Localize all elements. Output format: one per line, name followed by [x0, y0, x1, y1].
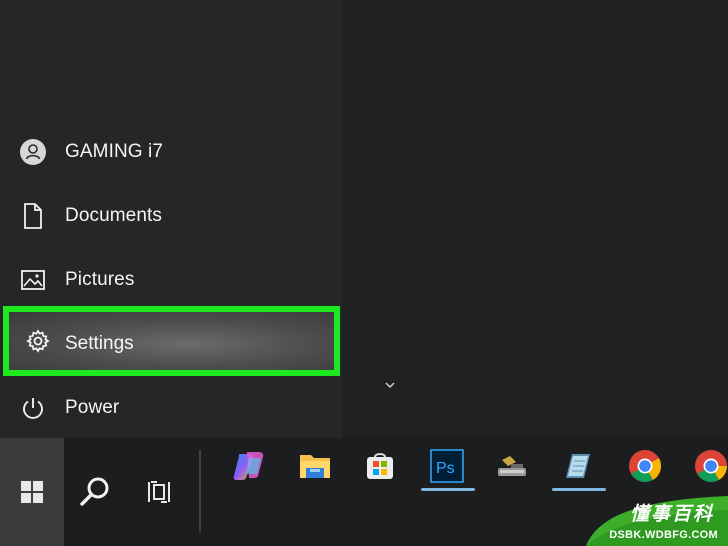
- chrome-2-app-button[interactable]: [693, 448, 728, 484]
- file-explorer-icon: [300, 455, 330, 478]
- taskbar-separator: [199, 450, 201, 532]
- store-icon: [367, 453, 393, 479]
- watermark: 懂事百科 DSBK.WDBFG.COM: [578, 496, 728, 546]
- user-icon: [20, 139, 46, 165]
- start-menu-right-pane: [342, 0, 728, 438]
- task-view-icon: [148, 481, 170, 503]
- file-explorer-app-button[interactable]: [297, 448, 333, 484]
- chrome-icon: [695, 450, 728, 483]
- chrome-app-button[interactable]: [627, 448, 663, 484]
- svg-text:Ps: Ps: [436, 460, 455, 477]
- user-account-label: GAMING i7: [65, 141, 164, 162]
- settings-label: Settings: [65, 333, 134, 354]
- copilot-icon: [233, 452, 264, 480]
- user-account-item[interactable]: GAMING i7: [0, 124, 342, 180]
- copilot-app-button[interactable]: [231, 448, 267, 484]
- power-item[interactable]: Power: [0, 380, 342, 436]
- start-button[interactable]: [0, 438, 64, 546]
- gear-icon: [25, 328, 51, 354]
- photoshop-active-indicator: [421, 488, 475, 491]
- task-view-button[interactable]: [133, 438, 187, 546]
- notes-app-button[interactable]: [560, 448, 596, 484]
- power-label: Power: [65, 397, 120, 418]
- document-icon: [20, 203, 46, 229]
- photoshop-icon: Ps: [430, 449, 464, 483]
- pictures-item[interactable]: Pictures: [0, 252, 342, 308]
- documents-label: Documents: [65, 205, 162, 226]
- watermark-title: 懂事百科: [629, 504, 714, 525]
- search-icon: [80, 477, 109, 506]
- tool-app-button[interactable]: [494, 448, 530, 484]
- chrome-icon: [629, 450, 662, 483]
- pictures-icon: [20, 267, 46, 293]
- pictures-label: Pictures: [65, 269, 135, 290]
- chevron-down-icon[interactable]: [382, 378, 398, 392]
- windows-start-icon: [21, 481, 43, 503]
- wrench-tool-icon: [498, 456, 526, 476]
- search-button[interactable]: [68, 438, 122, 546]
- watermark-url: DSBK.WDBFG.COM: [609, 529, 718, 541]
- photoshop-app-button[interactable]: Ps: [429, 448, 465, 484]
- settings-item[interactable]: Settings: [3, 306, 340, 376]
- notes-active-indicator: [552, 488, 606, 491]
- notes-app-icon: [566, 454, 590, 478]
- start-menu-left-pane: GAMING i7 Documents Pictures Settings Po…: [0, 0, 342, 438]
- power-icon: [20, 395, 46, 421]
- documents-item[interactable]: Documents: [0, 188, 342, 244]
- store-app-button[interactable]: [362, 448, 398, 484]
